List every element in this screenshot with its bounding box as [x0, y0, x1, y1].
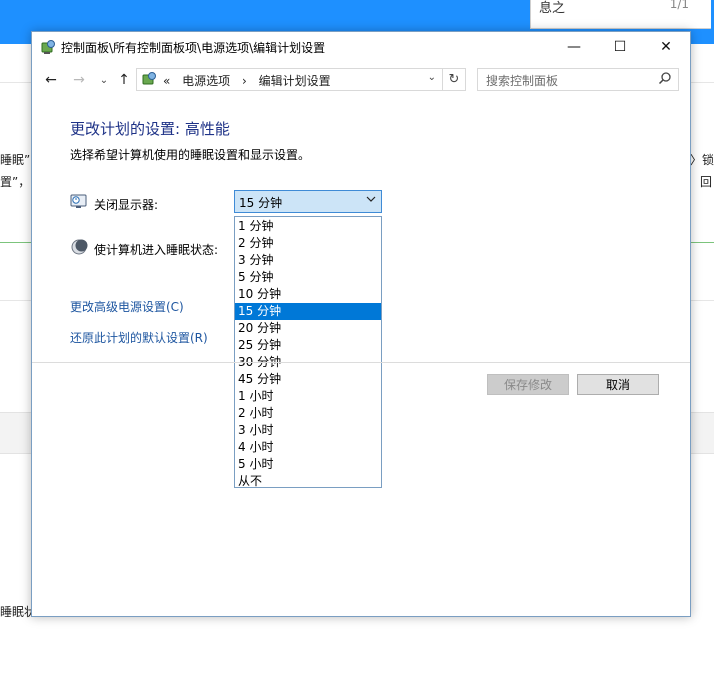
recent-locations-chevron-icon[interactable]: ⌄ [95, 71, 113, 89]
background-text: 睡眠” [0, 153, 31, 167]
breadcrumb-overflow-icon[interactable]: « [163, 74, 170, 88]
dropdown-option[interactable]: 2 小时 [235, 405, 381, 422]
restore-defaults-link[interactable]: 还原此计划的默认设置(R) [70, 329, 208, 346]
breadcrumb-power-options[interactable]: 电源选项 [182, 74, 230, 88]
search-input[interactable]: 搜索控制面板 [477, 68, 679, 91]
title-bar[interactable]: 控制面板\所有控制面板项\电源选项\编辑计划设置 — ☐ ✕ [32, 32, 690, 62]
breadcrumb-separator-icon[interactable]: › [242, 74, 247, 88]
dropdown-option[interactable]: 2 分钟 [235, 235, 381, 252]
sleep-label: 使计算机进入睡眠状态: [94, 243, 219, 257]
address-bar[interactable]: « 电源选项 › 编辑计划设置 ⌄ [136, 68, 443, 91]
display-off-label: 关闭显示器: [94, 198, 159, 212]
close-button[interactable]: ✕ [643, 32, 689, 62]
address-dropdown-chevron-icon[interactable]: ⌄ [428, 72, 436, 83]
chevron-down-icon [366, 194, 376, 207]
forward-arrow-icon[interactable]: → [70, 71, 88, 89]
dropdown-option[interactable]: 10 分钟 [235, 286, 381, 303]
moon-sleep-icon [70, 238, 88, 256]
dropdown-option[interactable]: 5 小时 [235, 456, 381, 473]
background-text: 〉锁 [690, 153, 714, 167]
minimize-button[interactable]: — [551, 32, 597, 62]
window-title: 控制面板\所有控制面板项\电源选项\编辑计划设置 [61, 41, 326, 55]
control-panel-power-icon [40, 39, 56, 55]
navigation-bar: ← → ⌄ ↑ « 电源选项 › 编辑计划设置 ⌄ ↻ 搜索控制面板 [32, 63, 690, 95]
divider [32, 362, 690, 363]
search-icon[interactable] [658, 71, 672, 88]
dropdown-option[interactable]: 4 小时 [235, 439, 381, 456]
page-title: 更改计划的设置: 高性能 [70, 120, 230, 138]
page-description: 选择希望计算机使用的睡眠设置和显示设置。 [70, 148, 311, 162]
dropdown-option[interactable]: 45 分钟 [235, 371, 381, 388]
dropdown-option[interactable]: 3 分钟 [235, 252, 381, 269]
breadcrumb: « 电源选项 › 编辑计划设置 [163, 72, 339, 89]
search-placeholder: 搜索控制面板 [486, 74, 559, 88]
display-off-options-list[interactable]: 1 分钟 2 分钟 3 分钟 5 分钟 10 分钟 15 分钟 20 分钟 25 分钟 30 分… [234, 216, 382, 488]
edit-plan-settings-window: 控制面板\所有控制面板项\电源选项\编辑计划设置 — ☐ ✕ ← → ⌄ ↑ «… [31, 31, 691, 617]
maximize-button[interactable]: ☐ [597, 32, 643, 62]
dropdown-option[interactable]: 1 分钟 [235, 218, 381, 235]
dropdown-option[interactable]: 20 分钟 [235, 320, 381, 337]
monitor-clock-icon [70, 193, 88, 211]
advanced-power-settings-link[interactable]: 更改高级电源设置(C) [70, 298, 184, 315]
dropdown-option[interactable]: 3 小时 [235, 422, 381, 439]
cancel-button[interactable]: 取消 [577, 374, 659, 395]
control-panel-power-icon [141, 71, 157, 87]
background-text: 回 [700, 175, 713, 189]
dropdown-option[interactable]: 从不 [235, 473, 381, 490]
breadcrumb-edit-plan-settings[interactable]: 编辑计划设置 [259, 74, 331, 88]
dropdown-option[interactable]: 1 小时 [235, 388, 381, 405]
refresh-icon[interactable]: ↻ [442, 68, 466, 91]
display-off-selected-value: 15 分钟 [239, 196, 283, 210]
background-top-right-label: 息之 [539, 1, 566, 16]
up-arrow-icon[interactable]: ↑ [115, 71, 133, 89]
background-page-count: 1/1 [669, 0, 689, 11]
save-changes-button[interactable]: 保存修改 [487, 374, 569, 395]
display-off-select[interactable]: 15 分钟 [234, 190, 382, 213]
background-top-right-panel: 息之 1/1 [530, 0, 711, 29]
dropdown-option[interactable]: 25 分钟 [235, 337, 381, 354]
back-arrow-icon[interactable]: ← [42, 71, 60, 89]
dropdown-option[interactable]: 5 分钟 [235, 269, 381, 286]
dropdown-option[interactable]: 15 分钟 [235, 303, 381, 320]
